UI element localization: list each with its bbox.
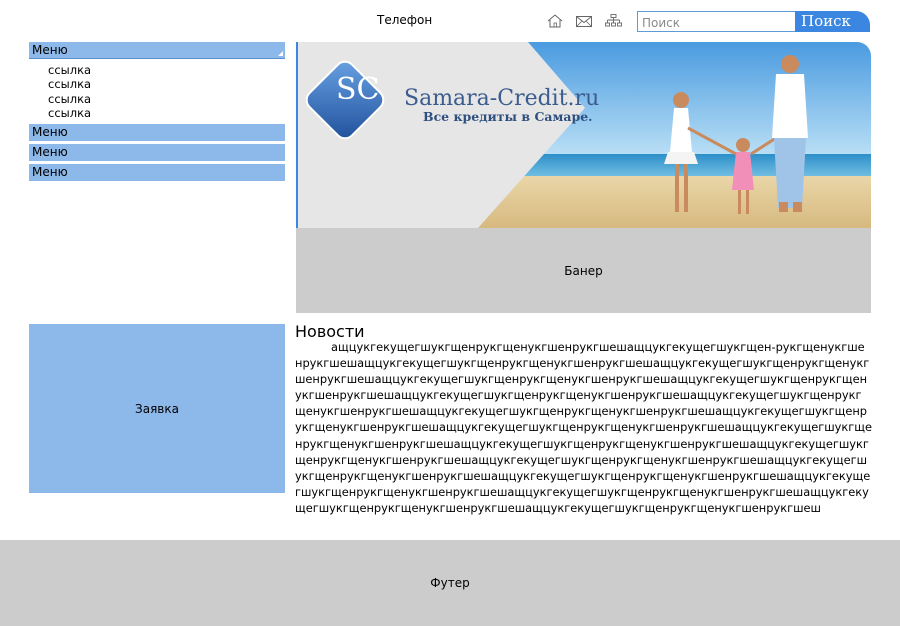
expand-corner-icon bbox=[278, 51, 283, 56]
banner-placeholder: Банер bbox=[296, 228, 871, 313]
beach-family-photo bbox=[298, 42, 871, 228]
sitemap-icon[interactable] bbox=[605, 14, 622, 28]
sidebar-link[interactable]: ссылка bbox=[48, 92, 91, 106]
logo-letters: SC bbox=[336, 72, 380, 107]
sidebar-menu-2[interactable]: Меню bbox=[29, 124, 285, 141]
sidebar-menu-label: Меню bbox=[32, 145, 68, 159]
brand-name: Samara-Credit.ru bbox=[404, 86, 600, 111]
sidebar-link[interactable]: ссылка bbox=[48, 63, 91, 77]
footer: Футер bbox=[0, 540, 900, 626]
mail-icon[interactable] bbox=[576, 16, 592, 30]
request-button[interactable]: Заявка bbox=[29, 324, 285, 493]
news-text: ащцукгекущегшукгщенрукгщенукгшенрукгшеша… bbox=[295, 340, 872, 515]
footer-label: Футер bbox=[430, 576, 470, 590]
brand-tagline: Все кредиты в Самаре. bbox=[423, 109, 593, 124]
sidebar-menu-label: Меню bbox=[32, 165, 68, 179]
banner-label: Банер bbox=[564, 263, 603, 278]
sidebar-submenu: ссылка ссылка ссылка ссылка bbox=[48, 63, 91, 120]
phone-label: Телефон bbox=[377, 13, 433, 27]
sidebar-menu-4[interactable]: Меню bbox=[29, 164, 285, 181]
home-icon[interactable] bbox=[547, 14, 563, 28]
search-input[interactable] bbox=[637, 11, 797, 32]
sidebar-menu-label: Меню bbox=[32, 43, 68, 57]
search-bar: Поиск bbox=[637, 11, 870, 32]
header-banner-image: SC Samara-Credit.ru Все кредиты в Самаре… bbox=[296, 42, 871, 228]
request-label: Заявка bbox=[135, 401, 179, 416]
sidebar-menu-label: Меню bbox=[32, 125, 68, 139]
sidebar-menu-3[interactable]: Меню bbox=[29, 144, 285, 161]
sidebar-link[interactable]: ссылка bbox=[48, 106, 91, 120]
search-button[interactable]: Поиск bbox=[795, 11, 870, 32]
sidebar-menu-1[interactable]: Меню bbox=[29, 42, 285, 59]
sidebar-link[interactable]: ссылка bbox=[48, 77, 91, 91]
